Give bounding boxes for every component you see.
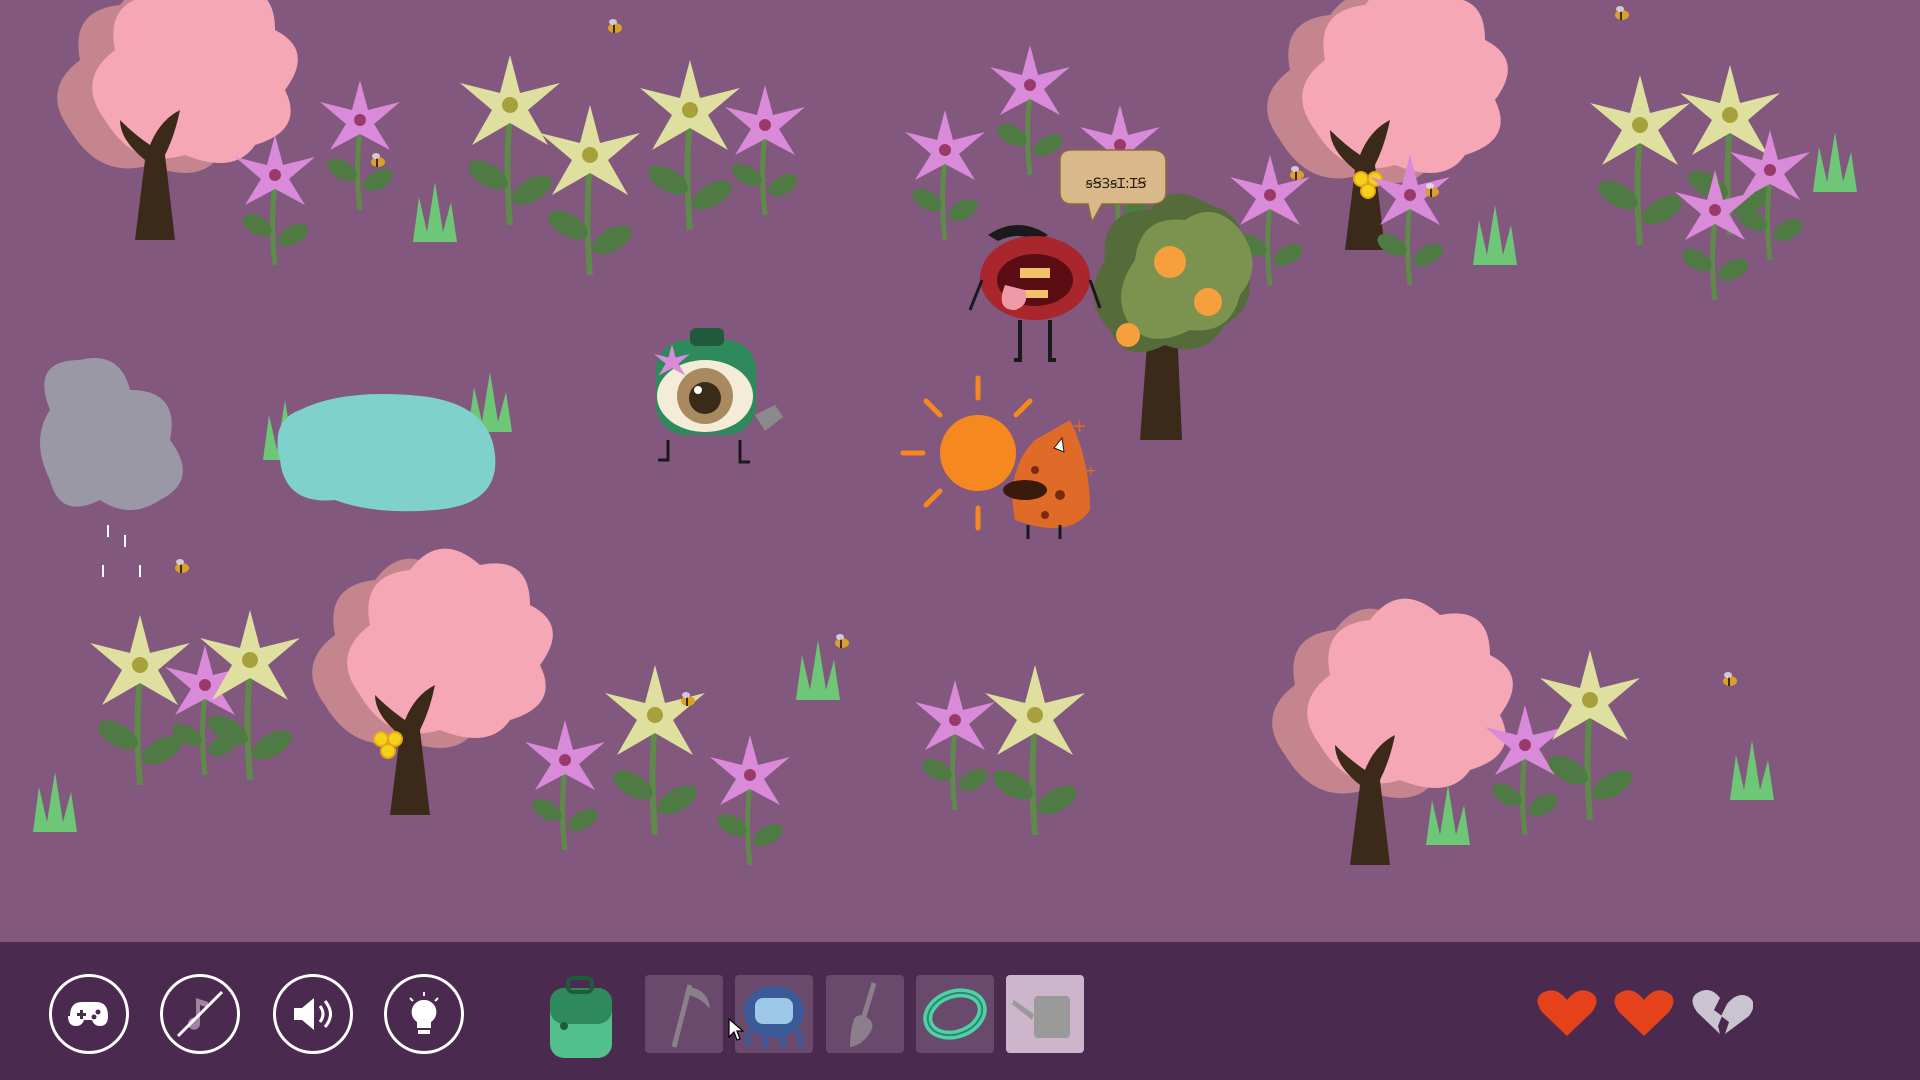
music-off-icon [176, 990, 224, 1038]
inventory-slot-scythe[interactable] [645, 975, 723, 1053]
lily-flower [320, 80, 400, 210]
orange-tree[interactable] [1093, 193, 1253, 440]
speaker-icon [294, 998, 332, 1030]
controller-button[interactable] [49, 974, 129, 1054]
sound-button[interactable] [273, 974, 353, 1054]
controller-icon [68, 1002, 108, 1026]
lily-flower [525, 720, 605, 850]
lily-flower [1590, 75, 1690, 245]
grass-tuft [1730, 740, 1774, 800]
bee [1290, 166, 1304, 180]
pond [277, 394, 496, 512]
grass-tuft [33, 772, 77, 832]
svg-text:+: + [1085, 463, 1097, 479]
music-toggle-button[interactable] [160, 974, 240, 1054]
bee [681, 692, 695, 706]
bracelet-icon [923, 988, 987, 1040]
inventory-slot-backpack[interactable] [535, 968, 625, 1064]
grass-tuft [796, 640, 840, 700]
lily-flower [90, 615, 190, 785]
game-scene[interactable]: ꞩꞨꞫꞩꞮ:ꞮꞨ + + [0, 0, 1920, 942]
blossom-tree [57, 0, 298, 240]
blossom-tree [1272, 598, 1513, 865]
bee [1723, 672, 1737, 686]
inventory-slot-watering-can[interactable] [1006, 975, 1084, 1053]
mouse-cursor-icon [728, 1018, 744, 1041]
lily-flower [915, 680, 995, 810]
speech-bubble-text: ꞩꞨꞫꞩꞮ:ꞮꞨ [1086, 176, 1147, 192]
backpack-icon [550, 976, 612, 1058]
shovel-icon [850, 982, 877, 1047]
lily-flower [1540, 650, 1640, 820]
grass-tuft [1473, 205, 1517, 265]
rain-cloud [40, 358, 183, 577]
npc-orange-creature[interactable]: + + [1003, 416, 1097, 539]
bee [608, 19, 622, 33]
heart-full-icon [1614, 990, 1674, 1036]
lily-flower [725, 85, 805, 215]
bee [1615, 6, 1629, 20]
svg-text:+: + [1072, 416, 1087, 437]
lily-flower [640, 60, 740, 230]
inventory-slot-bracelet[interactable] [916, 975, 994, 1053]
lily-flower [605, 665, 705, 835]
scythe-icon [671, 984, 710, 1048]
lily-flower [235, 135, 315, 265]
bee [371, 153, 385, 167]
inventory-slot-robot[interactable] [735, 975, 813, 1053]
bee [175, 559, 189, 573]
robot-icon [744, 986, 804, 1048]
blossom-tree [312, 548, 553, 815]
npc-mouth-character[interactable] [968, 225, 1102, 362]
watering-can-icon [1012, 996, 1070, 1038]
grass-tuft [413, 182, 457, 242]
heart-broken-icon [1692, 990, 1753, 1034]
grass-tuft [1426, 785, 1470, 845]
hint-button[interactable] [384, 974, 464, 1054]
lily-flower [540, 105, 640, 275]
bee [835, 634, 849, 648]
lily-flower [990, 45, 1070, 175]
lily-flower [985, 665, 1085, 835]
heart-full-icon [1537, 990, 1597, 1036]
player-character[interactable] [654, 328, 783, 464]
lily-flower [905, 110, 985, 240]
lightbulb-icon [409, 992, 439, 1034]
blossom-tree [1267, 0, 1508, 250]
lily-flower [1675, 170, 1755, 300]
inventory-slot-shovel[interactable] [826, 975, 904, 1053]
lily-flower [710, 735, 790, 865]
lily-flower [460, 55, 560, 225]
grass-tuft [1813, 132, 1857, 192]
